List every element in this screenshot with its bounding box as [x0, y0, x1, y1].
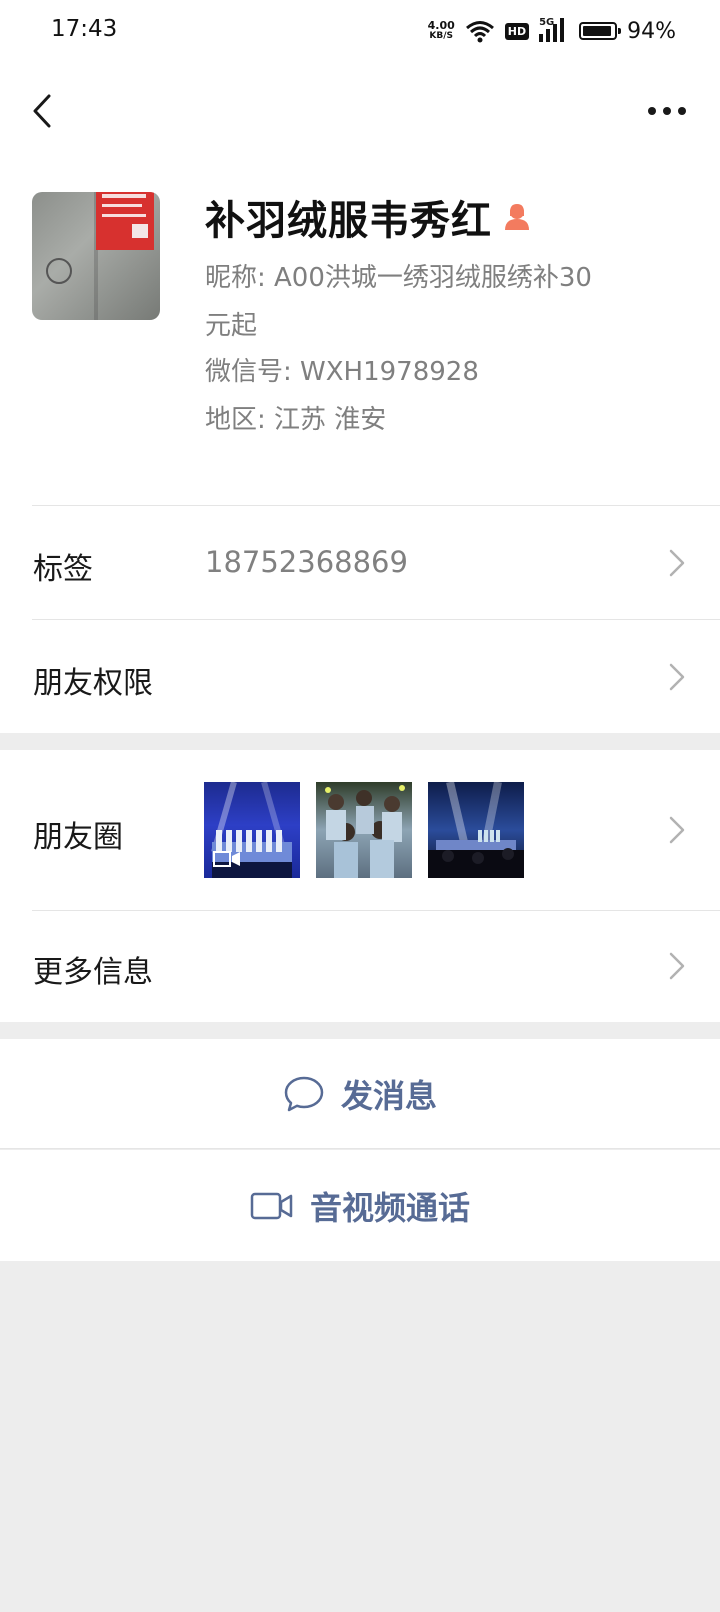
chevron-right-icon — [669, 952, 685, 980]
moments-thumbnail-1 — [204, 782, 300, 878]
network-type: 5G — [539, 17, 555, 28]
battery-percent: 94% — [627, 18, 676, 44]
chevron-right-icon — [669, 816, 685, 844]
nickname-line-2: 元起 — [205, 311, 258, 341]
wechat-id: 微信号: WXH1978928 — [205, 357, 479, 387]
action-divider — [0, 1148, 720, 1149]
moments-label: 朋友圈 — [33, 820, 123, 855]
friend-permission-row[interactable]: 朋友权限 — [0, 620, 720, 733]
back-button[interactable] — [22, 88, 62, 134]
more-info-label: 更多信息 — [33, 955, 153, 990]
send-message-label: 发消息 — [340, 1077, 437, 1115]
female-user-icon — [502, 202, 532, 232]
video-camera-icon — [250, 1192, 293, 1219]
network-speed-value: 4.00 — [427, 19, 455, 32]
status-icons: 4.00 KB/S HD 5G 94% — [428, 14, 676, 48]
chevron-right-icon — [669, 549, 685, 577]
profile-header: 补羽绒服韦秀红 昵称: A00洪城一绣羽绒服绣补30 元起 微信号: WXH19… — [0, 158, 720, 506]
moments-row[interactable]: 朋友圈 — [0, 750, 720, 911]
moments-thumbnail-2 — [316, 782, 412, 878]
hd-badge: HD — [504, 22, 530, 40]
battery-icon — [579, 22, 622, 40]
nickname: 昵称: A00洪城一绣羽绒服绣补30 元起 — [205, 254, 665, 350]
nav-bar — [0, 66, 720, 158]
display-name: 补羽绒服韦秀红 — [205, 198, 492, 244]
tag-label: 标签 — [33, 552, 93, 587]
moments-thumbnail-3 — [428, 782, 524, 878]
chevron-left-icon — [33, 94, 51, 128]
send-message-button[interactable]: 发消息 — [0, 1039, 720, 1149]
tag-value: 18752368869 — [205, 545, 408, 579]
display-name-row: 补羽绒服韦秀红 — [205, 188, 532, 246]
friend-permission-label: 朋友权限 — [33, 666, 153, 701]
status-time: 17:43 — [51, 16, 118, 42]
video-call-label: 音视频通话 — [309, 1188, 470, 1227]
cellular-signal-icon: 5G — [539, 18, 569, 44]
nickname-line-1: 昵称: A00洪城一绣羽绒服绣补30 — [205, 263, 592, 293]
more-info-row[interactable]: 更多信息 — [0, 911, 720, 1022]
network-speed: 4.00 KB/S — [428, 20, 455, 42]
region: 地区: 江苏 淮安 — [205, 405, 387, 435]
wifi-icon — [465, 21, 494, 43]
more-button[interactable] — [642, 88, 692, 134]
chat-bubble-icon — [284, 1076, 324, 1112]
status-bar: 17:43 4.00 KB/S HD 5G 94% — [0, 0, 720, 66]
more-dots-icon — [648, 107, 686, 115]
tag-row[interactable]: 标签 18752368869 — [0, 506, 720, 620]
chevron-right-icon — [669, 663, 685, 691]
avatar[interactable] — [32, 192, 160, 320]
video-call-button[interactable]: 音视频通话 — [0, 1150, 720, 1261]
network-speed-unit: KB/S — [429, 31, 453, 41]
